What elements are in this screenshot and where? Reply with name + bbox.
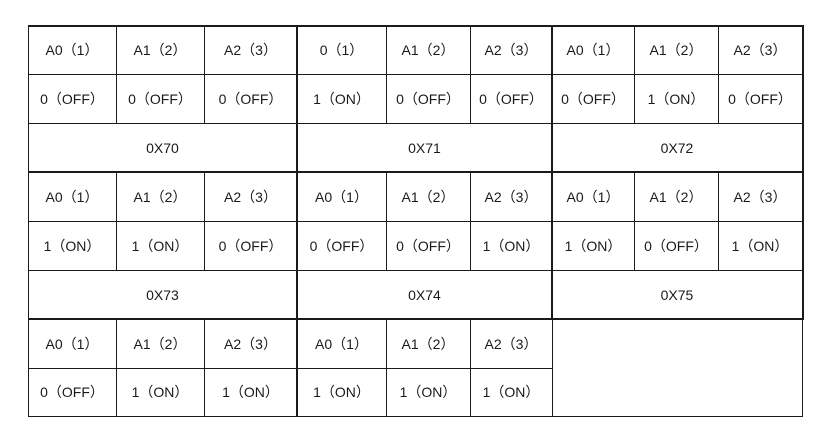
- pin-state-cell: 1（ON）: [731, 237, 789, 254]
- table-border-right: [552, 319, 553, 417]
- row-divider: [28, 368, 552, 369]
- pin-header-cell: A2（3）: [733, 41, 787, 58]
- pin-header-cell: A0（1）: [45, 335, 99, 352]
- column-divider: [634, 172, 635, 270]
- column-divider: [204, 172, 205, 270]
- pin-header-cell: A1（2）: [649, 41, 703, 58]
- pin-header-cell: 0（1）: [319, 41, 364, 58]
- column-divider: [470, 172, 471, 270]
- address-cell: 0X70: [146, 139, 179, 156]
- row-divider: [28, 221, 802, 222]
- pin-header-cell: A1（2）: [133, 335, 187, 352]
- pin-state-cell: 1（ON）: [313, 90, 370, 107]
- pin-state-cell: 1（ON）: [564, 237, 622, 254]
- group-divider: [551, 25, 553, 319]
- column-divider: [116, 319, 117, 416]
- band-divider: [28, 318, 803, 320]
- pin-state-cell: 0（OFF）: [561, 90, 625, 107]
- pin-header-cell: A1（2）: [401, 188, 455, 205]
- pin-state-cell: 0（OFF）: [728, 90, 792, 107]
- pin-state-cell: 0（OFF）: [479, 90, 543, 107]
- pin-header-cell: A0（1）: [315, 335, 368, 352]
- table-border-right: [802, 25, 804, 320]
- column-divider: [718, 172, 719, 270]
- pin-header-cell: A1（2）: [133, 188, 187, 205]
- pin-header-cell: A1（2）: [133, 41, 187, 58]
- address-cell: 0X74: [408, 286, 441, 303]
- pin-state-cell: 1（ON）: [222, 384, 279, 400]
- pin-header-cell: A1（2）: [401, 41, 455, 58]
- address-cell: 0X71: [408, 139, 441, 156]
- pin-state-cell: 1（ON）: [482, 237, 540, 254]
- pin-state-cell: 1（ON）: [43, 237, 101, 254]
- address-cell: 0X72: [660, 139, 694, 156]
- pin-state-cell: 1（ON）: [313, 384, 370, 400]
- pin-state-cell: 0（OFF）: [309, 237, 374, 254]
- table-border-bottom: [28, 416, 803, 417]
- address-cell: 0X73: [146, 286, 179, 303]
- column-divider: [204, 25, 205, 123]
- row-divider: [28, 270, 802, 271]
- column-divider: [470, 319, 471, 416]
- column-divider: [718, 25, 719, 123]
- column-divider: [116, 172, 117, 270]
- table-border-top: [28, 25, 803, 27]
- row-divider: [28, 74, 802, 75]
- pin-state-cell: 0（OFF）: [40, 90, 104, 107]
- pin-header-cell: A1（2）: [401, 335, 455, 352]
- band-divider: [28, 171, 803, 173]
- pin-state-cell: 1（ON）: [399, 384, 457, 400]
- pin-header-cell: A2（3）: [484, 41, 538, 58]
- pin-state-cell: 0（OFF）: [396, 237, 460, 254]
- column-divider: [470, 25, 471, 123]
- column-divider: [634, 25, 635, 123]
- pin-header-cell: A2（3）: [484, 188, 538, 205]
- pin-state-cell: 1（ON）: [482, 384, 540, 400]
- pin-header-cell: A2（3）: [224, 335, 277, 352]
- pin-state-cell: 0（OFF）: [218, 90, 283, 107]
- pin-header-cell: A2（3）: [733, 188, 787, 205]
- pin-header-cell: A0（1）: [566, 188, 620, 205]
- pin-header-cell: A2（3）: [484, 335, 538, 352]
- column-divider: [116, 25, 117, 123]
- column-divider: [386, 172, 387, 270]
- pin-header-cell: A0（1）: [315, 188, 368, 205]
- pin-state-cell: 1（ON）: [131, 237, 189, 254]
- column-divider: [386, 25, 387, 123]
- pin-header-cell: A0（1）: [566, 41, 620, 58]
- pin-header-cell: A2（3）: [224, 188, 277, 205]
- pin-state-cell: 0（OFF）: [128, 90, 192, 107]
- pin-state-cell: 0（OFF）: [396, 90, 460, 107]
- column-divider: [204, 319, 205, 416]
- pin-state-cell: 0（OFF）: [218, 237, 283, 254]
- pin-header-cell: A1（2）: [649, 188, 703, 205]
- pin-header-cell: A0（1）: [45, 188, 99, 205]
- empty-cell-border: [802, 319, 803, 417]
- column-divider: [386, 319, 387, 416]
- pin-header-cell: A2（3）: [224, 41, 277, 58]
- pin-state-cell: 1（ON）: [647, 90, 705, 107]
- pin-header-cell: A0（1）: [45, 41, 99, 58]
- row-divider: [28, 123, 802, 124]
- address-table: A0（1） 0（OFF） A1（2） 0（OFF） A2（3） 0（OFF） 0X70 0（1…: [0, 0, 814, 441]
- pin-state-cell: 0（OFF）: [644, 237, 708, 254]
- pin-state-cell: 1（ON）: [131, 384, 189, 400]
- pin-state-cell: 0（OFF）: [40, 384, 104, 400]
- address-cell: 0X75: [660, 286, 694, 303]
